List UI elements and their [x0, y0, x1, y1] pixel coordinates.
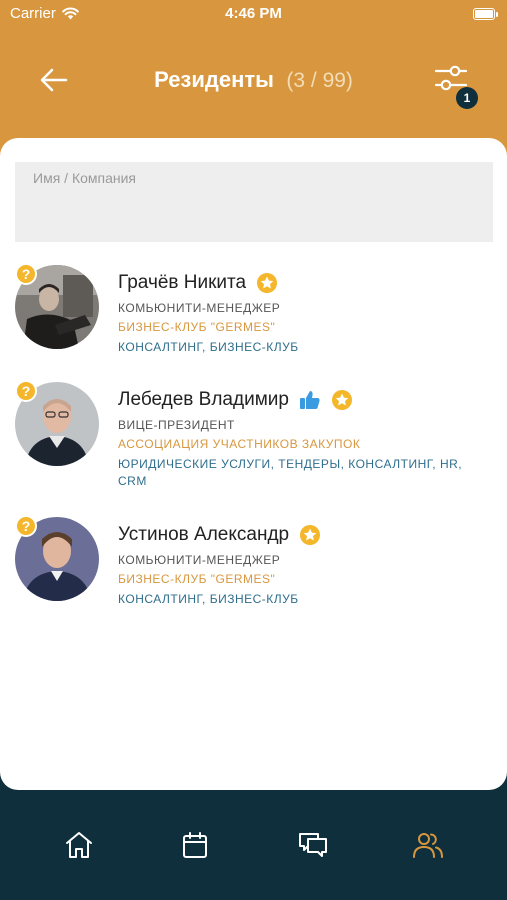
question-badge-icon: ? [15, 515, 37, 537]
resident-company: БИЗНЕС-КЛУБ "GERMES" [118, 320, 276, 334]
thumbs-up-icon [299, 389, 321, 411]
resident-info: Лебедев Владимир ВИЦЕ-ПРЕЗИДЕНТ АССОЦИАЦ… [118, 386, 487, 490]
residents-panel: ? Грачёв Никита КОМЬЮНИТИ-МЕНЕДЖЕР БИЗНЕ… [0, 138, 507, 790]
status-bar: Carrier 4:46 PM [0, 0, 507, 30]
filter-button[interactable]: 1 [433, 61, 478, 109]
results-count: (3 / 99) [286, 69, 353, 92]
resident-name: Грачёв Никита [118, 272, 247, 293]
resident-name: Устинов Александр [118, 524, 290, 545]
resident-tags: КОНСАЛТИНГ, БИЗНЕС-КЛУБ [118, 592, 299, 606]
home-icon [66, 832, 92, 858]
resident-company: АССОЦИАЦИЯ УЧАСТНИКОВ ЗАКУПОК [118, 437, 361, 451]
resident-item[interactable]: ? Устинов Александр КОМЬЮНИТИ-МЕНЕДЖЕР Б… [0, 515, 507, 627]
page-title: Резиденты [154, 67, 274, 92]
calendar-icon [183, 832, 207, 858]
chat-icon [299, 833, 327, 857]
nav-bar: Резиденты (3 / 99) 1 [0, 55, 507, 109]
page-title-group: Резиденты (3 / 99) [0, 67, 507, 93]
resident-role: КОМЬЮНИТИ-МЕНЕДЖЕР [118, 553, 281, 567]
tab-bar [0, 790, 507, 900]
question-badge-icon: ? [15, 380, 37, 402]
battery-icon [473, 8, 498, 20]
tab-home[interactable] [62, 828, 96, 862]
resident-info: Грачёв Никита КОМЬЮНИТИ-МЕНЕДЖЕР БИЗНЕС-… [118, 269, 487, 356]
resident-name: Лебедев Владимир [118, 389, 289, 410]
tab-residents[interactable] [411, 828, 445, 862]
resident-info: Устинов Александр КОМЬЮНИТИ-МЕНЕДЖЕР БИЗ… [118, 521, 487, 608]
people-icon [413, 833, 443, 858]
resident-item[interactable]: ? Грачёв Никита КОМЬЮНИТИ-МЕНЕДЖЕР БИЗНЕ… [0, 263, 507, 375]
question-badge-icon: ? [15, 263, 37, 285]
filter-count-badge: 1 [456, 87, 478, 109]
resident-role: ВИЦЕ-ПРЕЗИДЕНТ [118, 418, 235, 432]
header: Carrier 4:46 PM Резиденты (3 / 99) 1 [0, 0, 507, 160]
tab-calendar[interactable] [178, 828, 212, 862]
star-icon [299, 524, 321, 546]
resident-tags: КОНСАЛТИНГ, БИЗНЕС-КЛУБ [118, 340, 299, 354]
resident-item[interactable]: ? Лебедев Владимир ВИЦЕ-ПРЕЗИДЕНТ АССОЦИ… [0, 380, 507, 492]
star-icon [256, 272, 278, 294]
tab-chat[interactable] [296, 828, 330, 862]
search-input[interactable] [15, 162, 493, 242]
resident-role: КОМЬЮНИТИ-МЕНЕДЖЕР [118, 301, 281, 315]
status-time: 4:46 PM [225, 5, 282, 22]
resident-tags: ЮРИДИЧЕСКИЕ УСЛУГИ, ТЕНДЕРЫ, КОНСАЛТИНГ,… [118, 457, 463, 488]
resident-company: БИЗНЕС-КЛУБ "GERMES" [118, 572, 276, 586]
star-icon [331, 389, 353, 411]
